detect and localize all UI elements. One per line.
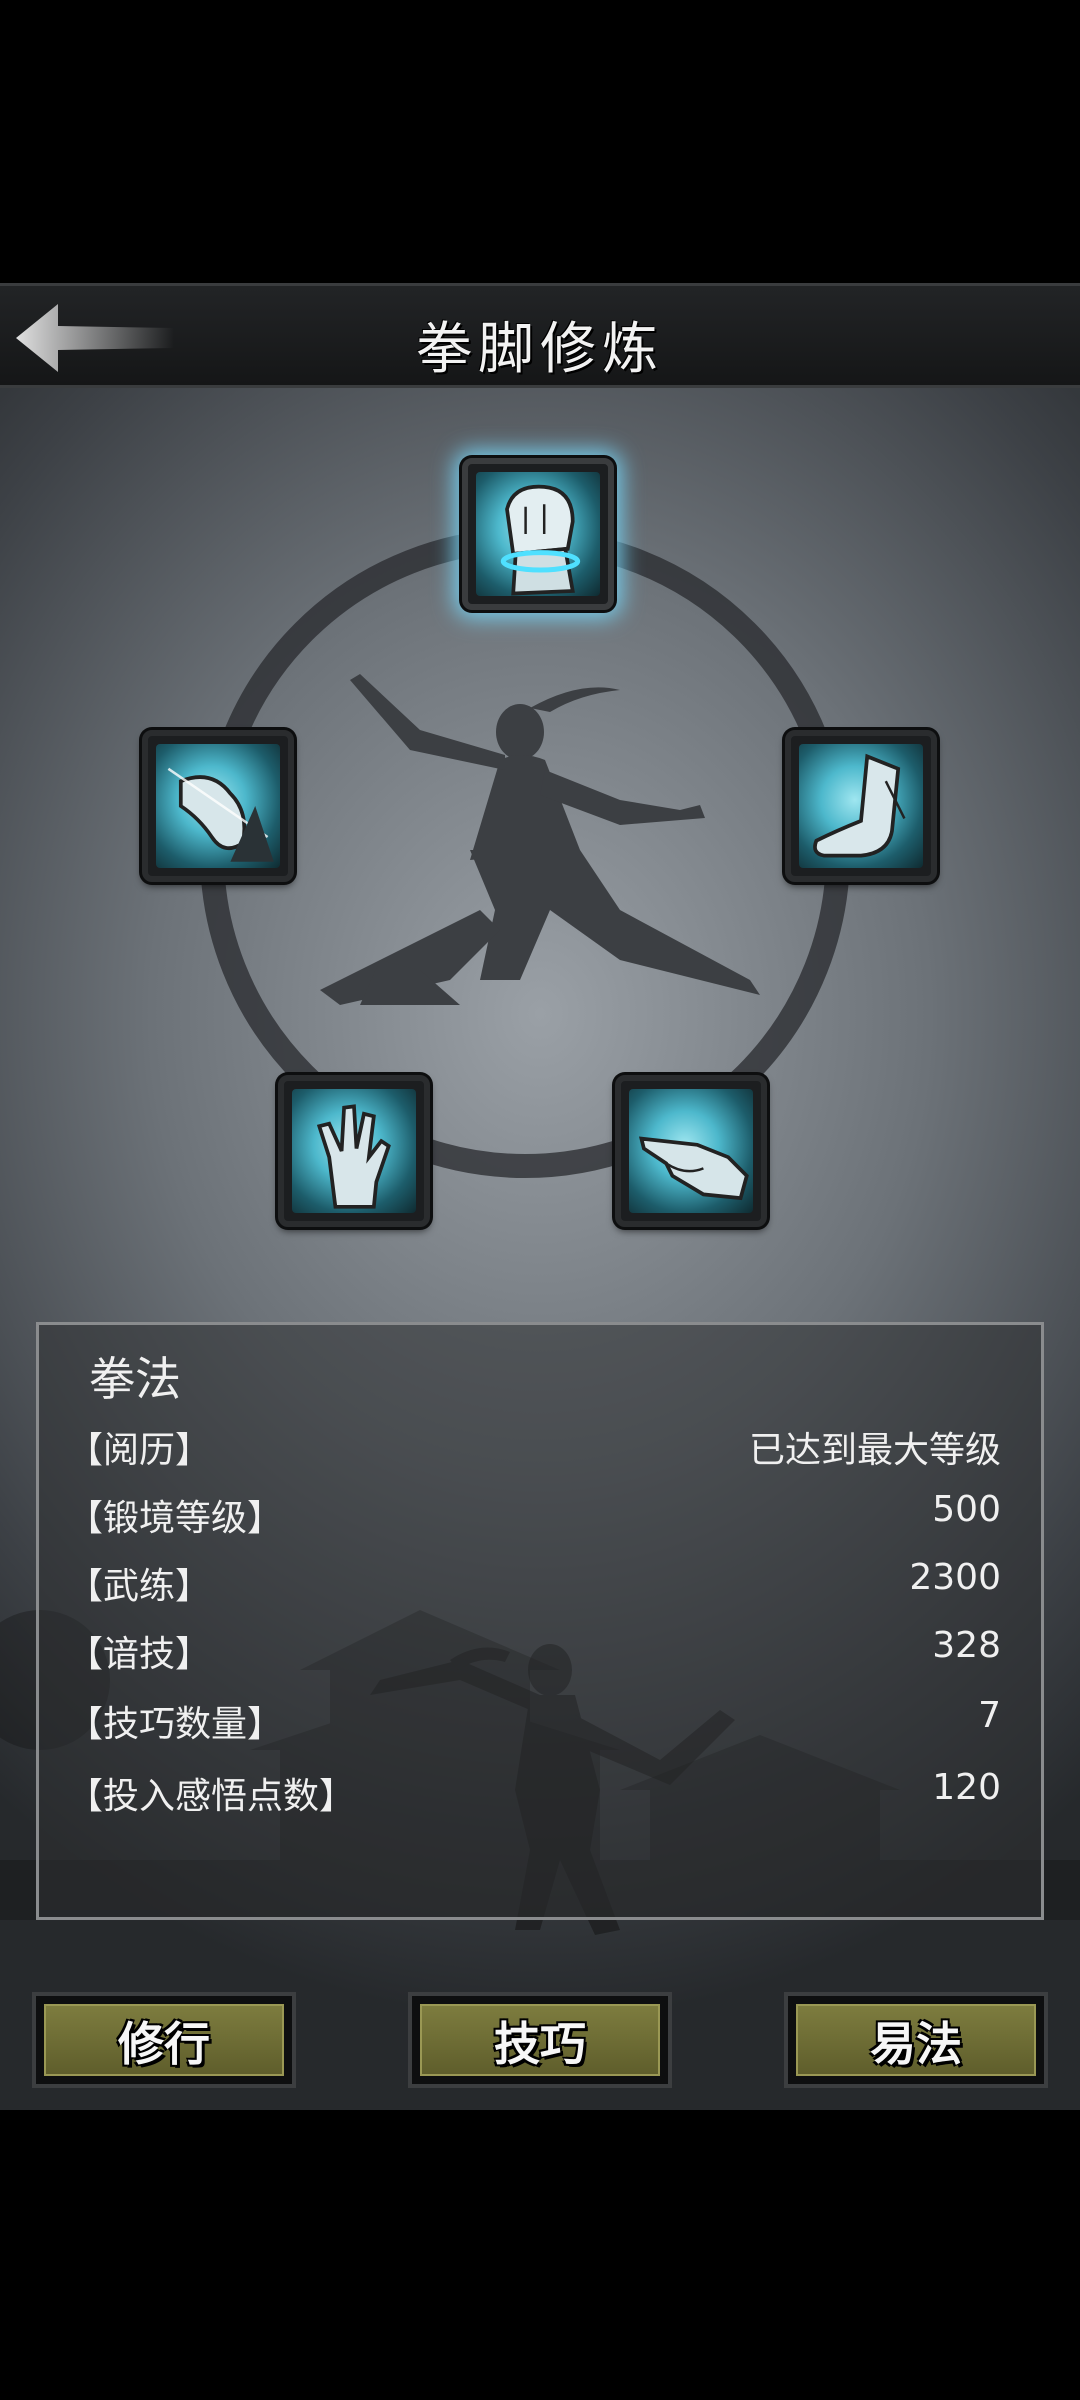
skill-kick[interactable] — [785, 730, 937, 882]
stat-label: 【武练】 — [67, 1566, 212, 1607]
stat-value: 2300 — [909, 1557, 1001, 1598]
foot-icon — [813, 753, 906, 858]
stat-label: 【谙技】 — [67, 1634, 212, 1675]
technique-button[interactable]: 技巧 — [408, 1992, 672, 2088]
stat-label: 【技巧数量】 — [67, 1704, 284, 1745]
stat-row-martial-training: 【武练】 2300 — [67, 1557, 1001, 1617]
stat-value: 7 — [978, 1695, 1001, 1736]
stat-label: 【投入感悟点数】 — [67, 1776, 356, 1817]
page-title: 拳脚修炼 — [416, 317, 664, 382]
stat-row-skill-mastery: 【谙技】 328 — [67, 1625, 1001, 1685]
skill-finger[interactable] — [615, 1075, 767, 1227]
stat-row-experience: 【阅历】 已达到最大等级 — [67, 1421, 1001, 1481]
change-method-button-label: 易法 — [870, 2017, 962, 2071]
practice-button-label: 修行 — [118, 2017, 210, 2071]
skill-claw[interactable] — [142, 730, 294, 882]
change-method-button[interactable]: 易法 — [784, 1992, 1048, 2088]
stat-value: 500 — [932, 1489, 1001, 1530]
stat-label: 【锻境等级】 — [67, 1498, 284, 1539]
stat-value: 已达到最大等级 — [748, 1430, 1001, 1471]
technique-button-label: 技巧 — [494, 2017, 586, 2071]
stat-row-forge-level: 【锻境等级】 500 — [67, 1489, 1001, 1549]
practice-button[interactable]: 修行 — [32, 1992, 296, 2088]
stat-row-insight-points: 【投入感悟点数】 120 — [67, 1767, 1001, 1827]
fist-icon — [500, 484, 581, 596]
stat-label: 【阅历】 — [67, 1430, 212, 1471]
header-bar: 拳脚修炼 — [0, 283, 1080, 388]
stat-row-technique-count: 【技巧数量】 7 — [67, 1695, 1001, 1755]
skill-fist[interactable] — [462, 458, 614, 610]
skill-name: 拳法 — [89, 1352, 181, 1406]
stat-value: 328 — [932, 1625, 1001, 1666]
finger-icon — [638, 1136, 749, 1201]
skill-info-panel: 拳法 【阅历】 已达到最大等级 【锻境等级】 500 【武练】 2300 【谙技… — [36, 1322, 1044, 1920]
skill-palm[interactable] — [278, 1075, 430, 1227]
claw-icon — [167, 767, 274, 862]
martial-artist-silhouette — [320, 674, 760, 1005]
stat-value: 120 — [932, 1767, 1001, 1808]
palm-icon — [316, 1104, 391, 1209]
